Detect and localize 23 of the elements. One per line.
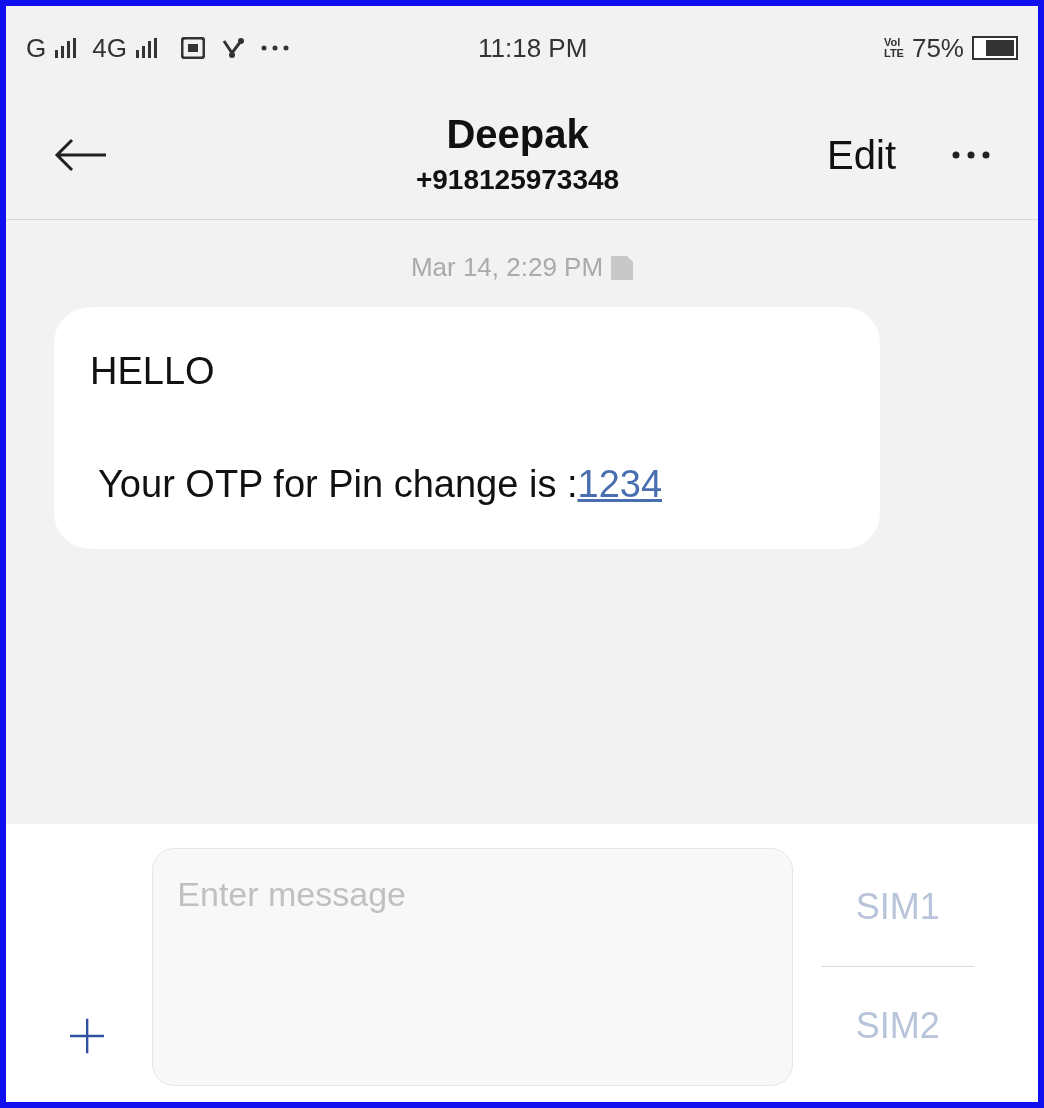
- battery-icon: [972, 36, 1018, 60]
- signal-icon: [54, 38, 77, 58]
- notification-icon: [180, 37, 205, 59]
- contact-name: Deepak: [446, 110, 589, 158]
- sim-icon: [611, 255, 634, 280]
- more-options-icon[interactable]: [952, 150, 990, 159]
- message-greeting: HELLO: [90, 349, 216, 394]
- contact-number: +918125973348: [415, 162, 620, 197]
- signal-icon: [134, 38, 157, 58]
- message-field[interactable]: Enter message: [152, 848, 794, 1086]
- message-timestamp: Mar 14, 2:29 PM: [410, 251, 604, 284]
- volte-label: Vol LTE: [884, 37, 904, 59]
- share-icon: [220, 37, 245, 59]
- message-text: Your OTP for Pin change is :1234: [97, 462, 664, 507]
- otp-link[interactable]: 1234: [577, 463, 663, 505]
- edit-button[interactable]: Edit: [827, 124, 896, 185]
- more-notifications-icon: [260, 45, 289, 51]
- add-icon[interactable]: [70, 1018, 105, 1054]
- network-label: 4G: [92, 31, 127, 65]
- network-label: G: [26, 31, 47, 65]
- battery-percentage: 75%: [911, 31, 964, 65]
- status-time: 11:18 PM: [478, 31, 588, 65]
- back-arrow-icon[interactable]: [54, 137, 108, 172]
